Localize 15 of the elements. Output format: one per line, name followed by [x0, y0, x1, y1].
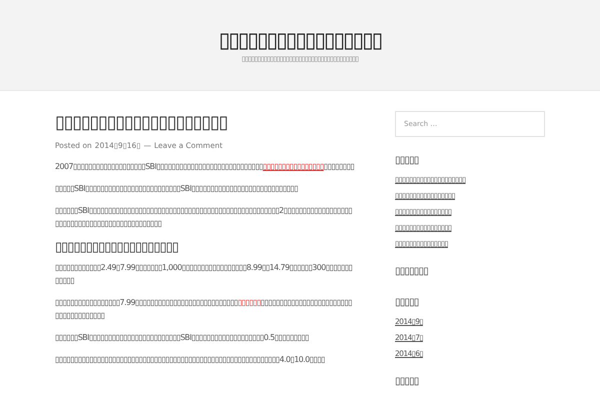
body-paragraph: 2007▯▯▯▯▯▯▯▯▯▯▯▯▯▯▯▯▯▯▯SBI▯▯▯▯▯▯▯▯▯▯▯▯▯▯▯▯▯▯▯▯▯▯▯▯▯▯▯▯▯▯▯▯▯▯▯▯▯▯▯▯▯▯▯▯▯▯▯▯▯▯▯▯ — [55, 161, 355, 173]
widget-title: ▯▯▯▯▯ — [395, 376, 420, 387]
body-paragraph: ▯▯▯▯▯▯SBI▯▯▯▯▯▯▯▯▯▯▯▯▯▯▯▯▯▯▯▯▯▯▯▯SBI▯▯▯▯▯▯▯▯▯▯▯▯▯▯▯▯▯▯▯0.5▯▯▯▯▯▯▯▯▯ — [55, 332, 310, 344]
section-heading: ▯▯▯▯▯▯▯▯▯▯▯▯▯▯▯▯▯▯▯▯ — [55, 240, 180, 255]
widget-title: ▯▯▯▯▯ — [395, 155, 420, 166]
site-title[interactable]: ▯▯▯▯▯▯▯▯▯▯▯▯▯▯▯▯▯ — [218, 26, 382, 54]
inline-link[interactable]: ▯▯▯▯▯▯▯▯▯▯▯▯▯▯▯▯ — [262, 162, 324, 171]
post-title: ▯▯▯▯▯▯▯▯▯▯▯▯▯▯▯▯▯▯▯▯ — [55, 111, 228, 135]
body-paragraph: ▯▯▯▯▯SBI▯▯▯▯▯▯▯▯▯▯▯▯▯▯▯▯▯▯▯▯▯▯▯▯▯SBI▯▯▯▯▯▯▯▯▯▯▯▯▯▯▯▯▯▯▯▯▯▯▯▯▯▯▯▯ — [55, 183, 299, 195]
body-paragraph: ▯▯▯▯▯▯▯▯▯▯▯▯▯▯▯▯▯7.99▯▯▯▯▯▯▯▯▯▯▯▯▯▯▯▯▯▯▯▯▯▯▯▯▯▯▯▯▯▯▯▯▯▯▯▯▯▯▯▯▯▯▯▯▯▯▯▯▯▯▯▯▯▯▯▯▯▯▯▯▯▯▯▯▯▯▯▯▯▯ — [55, 297, 353, 322]
body-paragraph: ▯▯▯▯▯▯▯▯▯▯▯▯2.49▯7.99▯▯▯▯▯▯▯1,000▯▯▯▯▯▯▯▯▯▯▯▯▯▯▯▯▯8.99▯▯14.79▯▯▯▯▯▯300▯▯▯▯▯▯▯▯▯▯▯▯ — [55, 262, 354, 287]
widget-title: ▯▯▯▯▯▯▯ — [395, 266, 429, 277]
body-paragraph: ▯▯▯▯▯▯▯▯▯▯▯▯▯▯▯▯▯▯▯▯▯▯▯▯▯▯▯▯▯▯▯▯▯▯▯▯▯▯▯▯▯▯▯▯▯▯▯▯▯▯▯▯▯▯▯▯▯▯▯4.0▯10.0▯▯▯▯ — [55, 354, 326, 366]
widget-title: ▯▯▯▯▯ — [395, 297, 420, 308]
body-paragraph: ▯▯▯▯▯▯SBI▯▯▯▯▯▯▯▯▯▯▯▯▯▯▯▯▯▯▯▯▯▯▯▯▯▯▯▯▯▯▯▯▯▯▯▯▯▯▯▯▯▯▯▯▯▯▯▯▯▯2▯▯▯▯▯▯▯▯▯▯▯▯▯▯▯▯▯▯▯▯▯▯▯▯▯▯▯▯▯▯▯▯▯▯▯▯▯▯▯▯▯▯▯▯▯▯ — [55, 205, 353, 230]
